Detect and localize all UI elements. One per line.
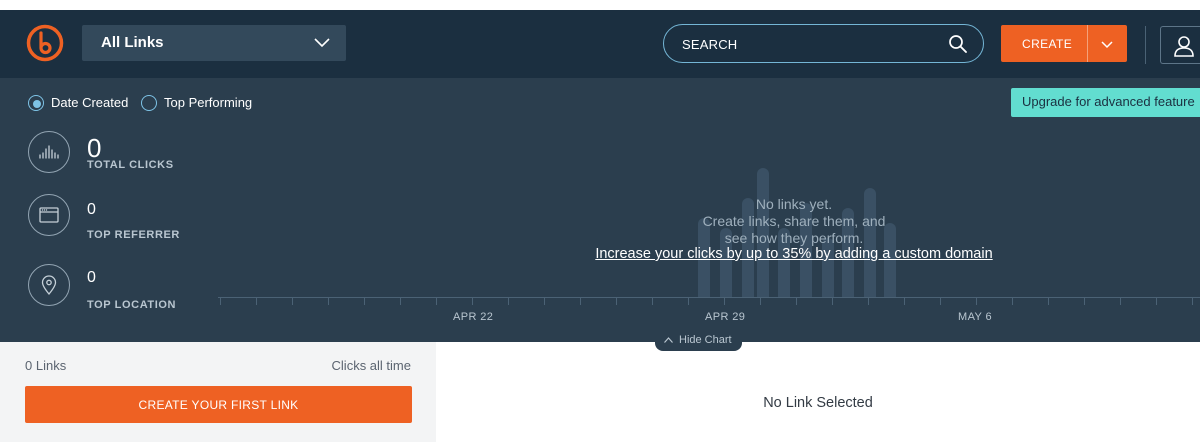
empty-chart-line1: Create links, share them, and xyxy=(702,213,886,229)
x-axis-tick xyxy=(544,297,545,305)
x-axis-tick xyxy=(508,297,509,305)
x-axis-tick xyxy=(364,297,365,305)
sort-clicks-all-time[interactable]: Clicks all time xyxy=(332,358,411,373)
x-axis-tick xyxy=(796,297,797,305)
user-menu-button[interactable] xyxy=(1160,26,1200,64)
x-axis-tick xyxy=(616,297,617,305)
x-axis-tick xyxy=(904,297,905,305)
links-list-panel: 0 Links Clicks all time CREATE YOUR FIRS… xyxy=(0,342,436,442)
browser-window-icon xyxy=(28,194,70,236)
empty-chart-title: No links yet. xyxy=(755,196,833,212)
top-strip xyxy=(0,0,1200,10)
bar-chart-icon xyxy=(28,131,70,173)
bitly-logo-icon[interactable] xyxy=(26,24,64,62)
x-axis-tick xyxy=(1084,297,1085,305)
create-first-link-label: CREATE YOUR FIRST LINK xyxy=(138,398,299,412)
chevron-up-icon xyxy=(664,337,673,343)
hide-chart-label: Hide Chart xyxy=(679,334,732,346)
empty-chart-line2: see how they perform. xyxy=(724,230,864,246)
upgrade-label: Upgrade for advanced feature xyxy=(1022,94,1195,109)
link-detail-panel: No Link Selected xyxy=(436,342,1200,442)
search-input[interactable]: SEARCH xyxy=(663,24,984,63)
x-axis-tick xyxy=(688,297,689,305)
links-filter-label: All Links xyxy=(101,34,164,51)
create-button-label: CREATE xyxy=(1022,37,1073,51)
x-axis-tick xyxy=(436,297,437,305)
x-axis-tick xyxy=(1156,297,1157,305)
top-location-label: TOP LOCATION xyxy=(87,299,177,311)
x-axis-tick xyxy=(1192,297,1193,305)
radio-dot xyxy=(33,100,41,108)
custom-domain-link[interactable]: Increase your clicks by up to 35% by add… xyxy=(540,246,1048,262)
chevron-down-icon xyxy=(314,38,330,48)
app-page: All Links SEARCH CREATE Date Created Top… xyxy=(0,0,1200,442)
total-clicks-label: TOTAL CLICKS xyxy=(87,159,174,171)
search-icon[interactable] xyxy=(948,34,968,54)
search-placeholder: SEARCH xyxy=(682,37,738,52)
user-icon xyxy=(1174,36,1194,57)
x-axis-tick xyxy=(328,297,329,305)
no-link-selected-message: No Link Selected xyxy=(763,395,873,411)
links-count: 0 Links xyxy=(25,358,67,373)
radio-circle xyxy=(28,95,44,111)
date-created-label: Date Created xyxy=(51,95,129,110)
radio-circle xyxy=(141,95,157,111)
x-axis-tick xyxy=(652,297,653,305)
top-location-value: 0 xyxy=(87,269,96,286)
top-performing-radio[interactable]: Top Performing xyxy=(141,95,261,111)
x-axis-tick xyxy=(400,297,401,305)
x-axis-tick xyxy=(1012,297,1013,305)
hide-chart-toggle[interactable]: Hide Chart xyxy=(655,331,742,351)
x-axis-tick xyxy=(976,297,977,305)
create-first-link-button[interactable]: CREATE YOUR FIRST LINK xyxy=(25,386,412,423)
create-button[interactable]: CREATE xyxy=(1001,25,1127,62)
upgrade-button[interactable]: Upgrade for advanced feature xyxy=(1011,88,1200,117)
date-created-radio[interactable]: Date Created xyxy=(28,95,138,111)
x-axis-tick xyxy=(940,297,941,305)
x-axis-tick xyxy=(580,297,581,305)
header-separator xyxy=(1145,26,1146,64)
chevron-down-icon[interactable] xyxy=(1100,37,1114,51)
top-referrer-label: TOP REFERRER xyxy=(87,229,180,241)
x-axis-tick xyxy=(1120,297,1121,305)
x-axis-label: APR 22 xyxy=(453,311,494,323)
create-button-divider xyxy=(1087,25,1088,62)
x-axis-tick xyxy=(760,297,761,305)
top-referrer-value: 0 xyxy=(87,201,96,218)
x-axis-tick xyxy=(724,297,725,305)
x-axis-label: APR 29 xyxy=(705,311,746,323)
x-axis-tick xyxy=(220,297,221,305)
top-performing-label: Top Performing xyxy=(164,95,253,110)
top-navbar: All Links SEARCH CREATE xyxy=(0,10,1200,78)
x-axis-tick xyxy=(256,297,257,305)
stats-chart-panel: Date Created Top Performing Upgrade for … xyxy=(0,78,1200,351)
x-axis-label: MAY 6 xyxy=(958,311,992,323)
chart-x-axis xyxy=(218,297,1200,298)
links-filter-dropdown[interactable]: All Links xyxy=(82,25,346,61)
x-axis-tick xyxy=(832,297,833,305)
x-axis-tick xyxy=(472,297,473,305)
x-axis-tick xyxy=(1048,297,1049,305)
map-pin-icon xyxy=(28,264,70,306)
x-axis-tick xyxy=(292,297,293,305)
x-axis-tick xyxy=(868,297,869,305)
empty-chart-message: No links yet. Create links, share them, … xyxy=(540,196,1048,247)
